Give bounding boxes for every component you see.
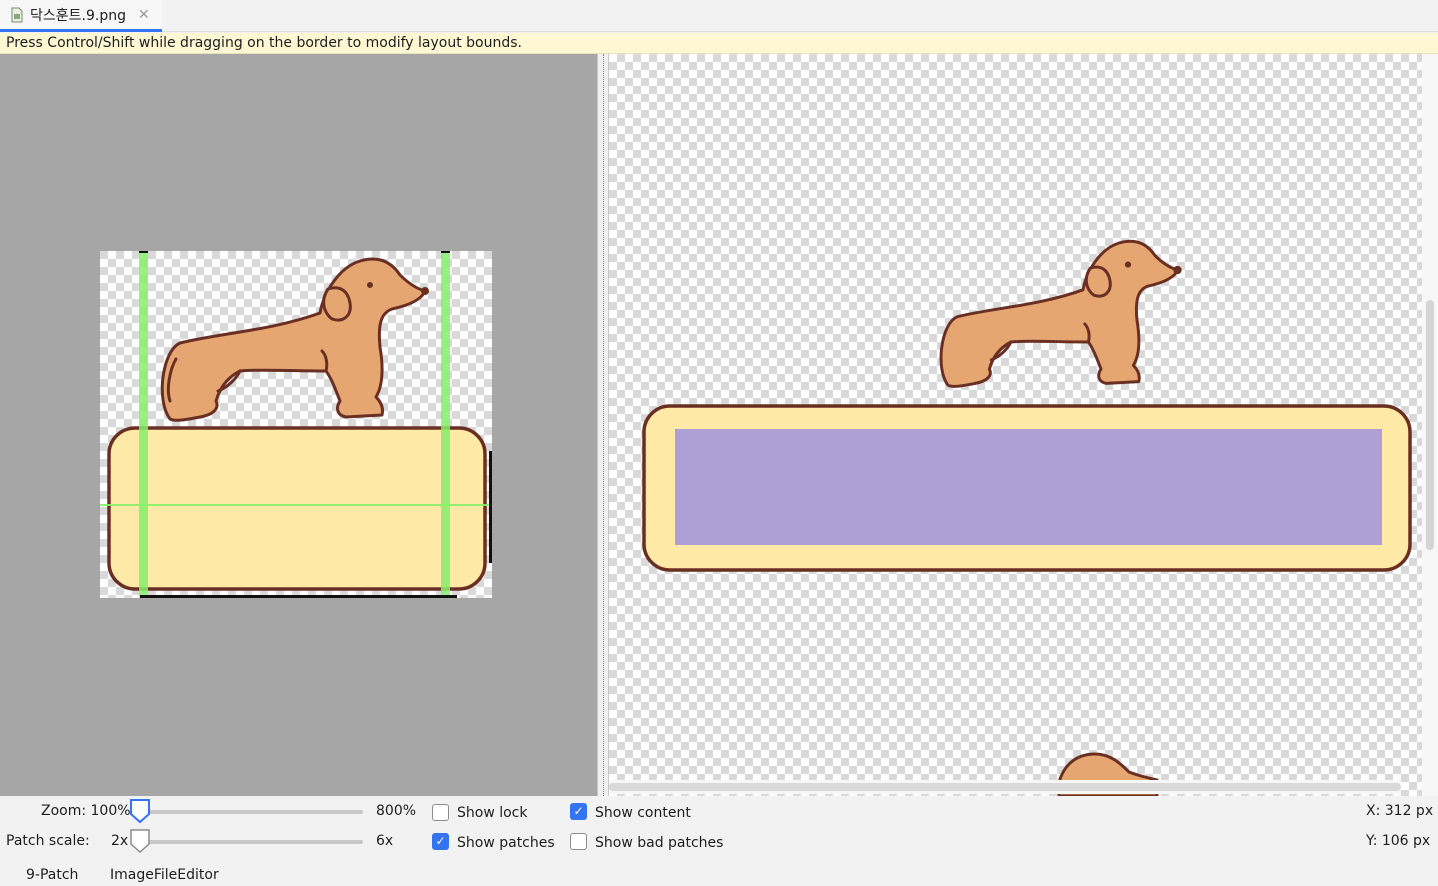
cursor-x-readout: X: 312 px <box>1366 803 1434 819</box>
show-lock-checkbox[interactable] <box>432 804 449 821</box>
preview-canvas <box>642 239 1412 796</box>
patch-scale-slider[interactable] <box>140 840 363 844</box>
pane-splitter[interactable] <box>597 54 609 796</box>
file-tab-label: 닥스훈트.9.png <box>30 7 126 24</box>
close-icon[interactable]: ✕ <box>138 7 150 23</box>
show-bad-patches-label: Show bad patches <box>595 835 724 851</box>
image-file-icon <box>11 7 23 22</box>
file-tab[interactable]: 닥스훈트.9.png ✕ <box>0 0 162 32</box>
hint-bar: Press Control/Shift while dragging on th… <box>0 33 1438 54</box>
show-patches-label: Show patches <box>457 835 555 851</box>
zoom-label: Zoom: 100% <box>41 803 131 819</box>
show-content-label: Show content <box>595 805 691 821</box>
nine-patch-image-canvas[interactable] <box>100 251 492 598</box>
preview-vertical-scrollbar[interactable] <box>1422 54 1438 796</box>
horizontal-patch-guide-right <box>441 251 450 598</box>
nine-patch-editor-pane[interactable] <box>0 54 597 796</box>
zoom-slider-thumb[interactable] <box>129 798 151 824</box>
cursor-y-readout: Y: 106 px <box>1366 833 1431 849</box>
patch-scale-max-label: 6x <box>376 833 394 849</box>
patch-scale-label: Patch scale: <box>6 833 90 849</box>
patch-scale-min-label: 2x <box>111 833 129 849</box>
show-bad-patches-checkbox[interactable] <box>570 833 587 850</box>
stretch-preview-pane <box>609 54 1438 796</box>
zoom-slider[interactable] <box>140 810 363 814</box>
tab-image-file-editor[interactable]: ImageFileEditor <box>110 867 219 883</box>
right-content-marker <box>489 451 492 563</box>
bottom-content-marker <box>140 595 457 598</box>
tab-9-patch[interactable]: 9-Patch <box>26 867 78 883</box>
show-lock-label: Show lock <box>457 805 528 821</box>
horizontal-patch-guide-left <box>139 251 148 598</box>
preview-dachshund <box>939 239 1182 388</box>
stretch-box <box>107 426 487 591</box>
top-marker-right <box>441 251 450 253</box>
top-marker-left <box>139 251 148 253</box>
show-content-checkbox[interactable]: ✓ <box>570 803 587 820</box>
preview-content-area <box>675 429 1382 545</box>
editor-tab-bar: 닥스훈트.9.png ✕ <box>0 0 1438 32</box>
editor-controls: Zoom: 100% 800% Patch scale: 2x 6x Show … <box>0 796 1438 886</box>
show-patches-checkbox[interactable]: ✓ <box>432 833 449 850</box>
zoom-max-label: 800% <box>376 803 417 819</box>
vertical-patch-guide <box>100 504 492 506</box>
preview-horizontal-scrollbar[interactable] <box>609 780 1401 794</box>
patch-scale-slider-thumb[interactable] <box>129 828 151 854</box>
